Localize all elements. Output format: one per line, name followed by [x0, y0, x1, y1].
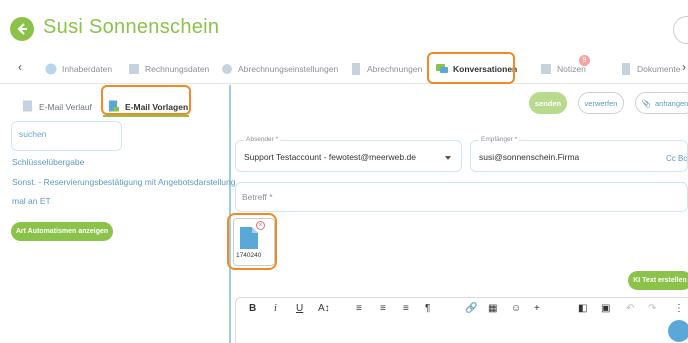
send-button[interactable]: senden: [529, 92, 567, 114]
header: Susi Sonnenschein: [0, 0, 688, 48]
ai-text-button[interactable]: KI Text erstellen: [628, 271, 688, 290]
paragraph-icon[interactable]: ¶: [425, 303, 430, 314]
align-left-icon[interactable]: ≡: [356, 303, 362, 314]
recipient-value: susi@sonnenschein.Firma: [479, 152, 580, 162]
attach-button[interactable]: 📎 anhangen: [635, 92, 688, 114]
subject-placeholder: Betreff *: [242, 192, 273, 202]
subject-input[interactable]: Betreff *: [235, 182, 688, 212]
underline-icon[interactable]: U: [296, 303, 303, 314]
attach-label: anhangen: [654, 98, 688, 108]
clock-icon: [45, 63, 57, 75]
subtab-email-history[interactable]: E-Mail Verlauf: [22, 93, 92, 121]
media-icon[interactable]: ◧: [578, 303, 587, 314]
template-item[interactable]: Schlüsselübergabe: [12, 157, 84, 167]
align-right-icon[interactable]: ≡: [403, 303, 409, 314]
redo-icon[interactable]: ↷: [648, 303, 656, 314]
subtab-label: E-Mail Verlauf: [39, 102, 92, 112]
mail-list-icon: [22, 100, 33, 114]
tab-rechnungsdaten[interactable]: Rechnungsdaten: [128, 58, 209, 80]
chevron-down-icon: [445, 156, 451, 160]
recipient-field[interactable]: Empfänger * susi@sonnenschein.Firma Cc B…: [470, 136, 688, 172]
italic-icon[interactable]: i: [274, 303, 277, 314]
undo-icon[interactable]: ↶: [626, 303, 634, 314]
emoji-icon[interactable]: ☺: [511, 303, 521, 314]
show-automations-button[interactable]: Art Automatismen anzeigen: [11, 222, 113, 241]
tab-label: Abrechnungseinstellungen: [238, 64, 339, 74]
template-item[interactable]: Sonst. - Reservierungsbestätigung mit An…: [12, 177, 236, 187]
image-icon[interactable]: ▣: [601, 303, 610, 314]
document-icon: [350, 63, 362, 75]
sender-value: Support Testaccount - fewotest@meerweb.d…: [244, 152, 416, 162]
arrow-left-icon: [17, 23, 27, 35]
floating-action-button[interactable]: [668, 320, 688, 342]
paperclip-icon: 📎: [641, 98, 651, 108]
tab-inhaberdaten[interactable]: Inhaberdaten: [45, 58, 112, 80]
note-icon: [540, 63, 552, 75]
back-button[interactable]: [10, 17, 34, 41]
discard-button[interactable]: verwerfen: [578, 92, 624, 114]
tab-abrechnungseinstellungen[interactable]: Abrechnungseinstellungen: [221, 58, 338, 80]
tab-highlight-marker: [427, 52, 515, 84]
sender-label: Absender *: [244, 136, 281, 143]
tab-abrechnungen[interactable]: Abrechnungen: [350, 58, 422, 80]
file-icon: [620, 63, 632, 75]
tab-label: Abrechnungen: [367, 64, 423, 74]
more-vertical-icon[interactable]: ⋮: [674, 303, 684, 314]
active-subtab-indicator: [103, 115, 189, 117]
template-item[interactable]: mal an ET: [12, 196, 51, 206]
chevron-right-icon[interactable]: ›: [682, 60, 686, 74]
notes-count-badge: 9: [579, 55, 590, 66]
search-placeholder: suchen: [19, 129, 47, 139]
font-size-icon[interactable]: A↕: [318, 303, 330, 314]
tab-label: Dokumente: [637, 64, 681, 74]
gear-icon: [221, 63, 233, 75]
tab-dokumente[interactable]: Dokumente: [620, 58, 680, 80]
align-center-icon[interactable]: ≡: [380, 303, 386, 314]
tab-label: Inhaberdaten: [62, 64, 113, 74]
attachment-name: 1740240: [236, 252, 262, 259]
table-icon: [128, 63, 140, 75]
chevron-left-icon[interactable]: ‹: [18, 60, 22, 74]
table-icon[interactable]: ▦: [488, 303, 497, 314]
subtab-highlight-marker: [101, 85, 191, 115]
delete-button[interactable]: [673, 16, 688, 44]
sender-select[interactable]: Absender * Support Testaccount - fewotes…: [235, 136, 462, 172]
file-icon: [240, 227, 258, 249]
template-search-input[interactable]: suchen: [11, 121, 122, 151]
recipient-label: Empfänger *: [479, 136, 520, 143]
link-icon[interactable]: 🔗: [465, 303, 477, 314]
tab-label: Rechnungsdaten: [145, 64, 210, 74]
page-title: Susi Sonnenschein: [43, 16, 220, 38]
insert-icon[interactable]: +: [534, 303, 540, 314]
cc-bcc-toggle[interactable]: Cc Bc: [666, 154, 687, 163]
bold-icon[interactable]: B: [249, 303, 256, 314]
